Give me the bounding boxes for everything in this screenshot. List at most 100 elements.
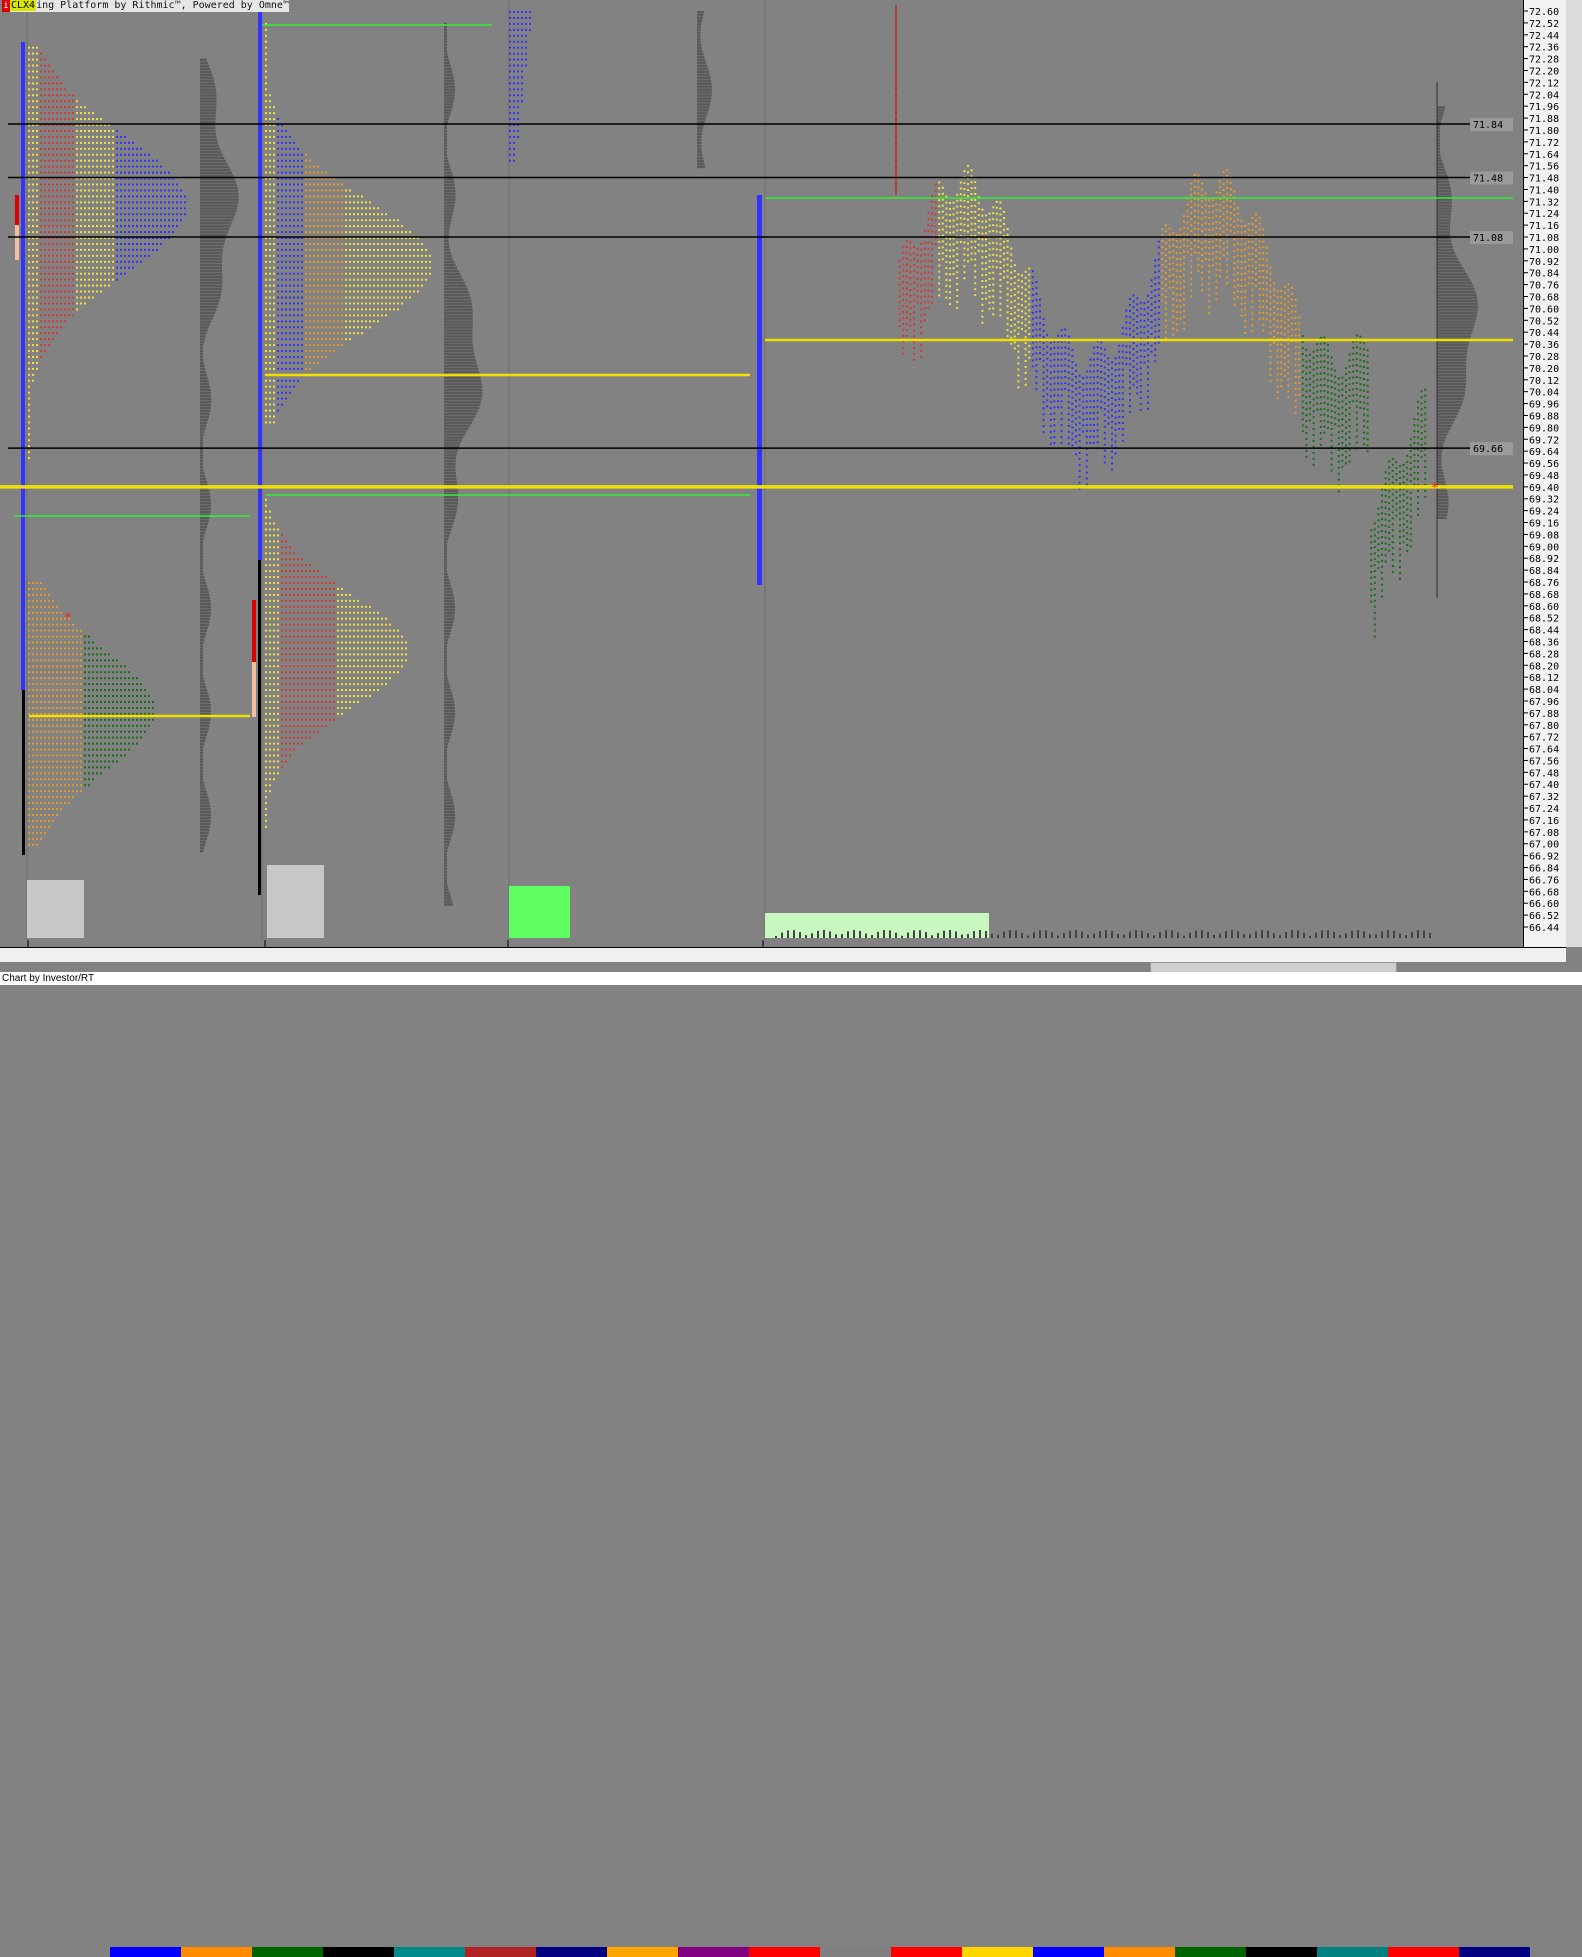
- tpo-mark: [909, 271, 911, 273]
- tpo-mark: [88, 201, 90, 203]
- tpo-mark: [265, 683, 267, 685]
- tpo-mark: [361, 683, 363, 685]
- tpo-mark: [293, 219, 295, 221]
- tpo-mark: [909, 283, 911, 285]
- tpo-mark: [124, 671, 126, 673]
- tpo-mark: [108, 273, 110, 275]
- tpo-mark: [513, 11, 515, 13]
- tpo-mark: [36, 100, 38, 102]
- tpo-mark: [36, 338, 38, 340]
- tpo-mark: [381, 677, 383, 679]
- tpo-mark: [72, 760, 74, 762]
- tpo-mark: [112, 183, 114, 185]
- volume-profile-bar: [444, 579, 449, 582]
- tpo-mark: [349, 302, 351, 304]
- tpo-mark: [64, 802, 66, 804]
- tpo-mark: [377, 653, 379, 655]
- tpo-mark: [136, 701, 138, 703]
- tpo-mark: [44, 189, 46, 191]
- tpo-mark: [269, 701, 271, 703]
- tpo-mark: [32, 189, 34, 191]
- tpo-mark: [297, 641, 299, 643]
- tpo-mark: [333, 189, 335, 191]
- tpo-mark: [281, 576, 283, 578]
- tpo-mark: [297, 731, 299, 733]
- tpo-mark: [28, 189, 30, 191]
- tpo-mark: [48, 766, 50, 768]
- tpo-mark: [269, 683, 271, 685]
- tpo-mark: [80, 790, 82, 792]
- tpo-mark: [124, 207, 126, 209]
- tpo-mark: [361, 302, 363, 304]
- volume-profile-bar: [444, 627, 452, 630]
- tpo-mark: [293, 142, 295, 144]
- tpo-mark: [309, 713, 311, 715]
- tpo-mark: [60, 701, 62, 703]
- tpo-mark: [44, 100, 46, 102]
- tpo-mark: [353, 618, 355, 620]
- tpo-mark: [333, 677, 335, 679]
- tpo-mark: [309, 201, 311, 203]
- tpo-mark: [265, 737, 267, 739]
- tpo-mark: [56, 636, 58, 638]
- tpo-mark: [397, 630, 399, 632]
- tpo-mark: [56, 665, 58, 667]
- tpo-mark: [156, 231, 158, 233]
- tpo-mark: [60, 731, 62, 733]
- tpo-mark: [32, 665, 34, 667]
- tpo-mark: [116, 255, 118, 257]
- tpo-mark: [509, 59, 511, 61]
- volume-profile-bar: [1437, 451, 1442, 454]
- tpo-mark: [305, 201, 307, 203]
- tpo-mark: [269, 136, 271, 138]
- tpo-mark: [156, 249, 158, 251]
- volume-profile-bar: [444, 558, 447, 561]
- chart-area[interactable]: 71.8471.4871.0869.66**9/22/249/29/2410/6…: [0, 0, 1523, 947]
- tpo-mark: [52, 148, 54, 150]
- tpo-mark: [68, 219, 70, 221]
- volume-profile-bar: [444, 564, 447, 567]
- tpo-mark: [373, 207, 375, 209]
- tpo-mark: [349, 326, 351, 328]
- tpo-mark: [48, 338, 50, 340]
- tpo-mark: [68, 273, 70, 275]
- tpo-mark: [353, 314, 355, 316]
- tpo-mark: [273, 356, 275, 358]
- volume-profile-bar: [200, 79, 214, 82]
- volume-profile-bar: [1437, 118, 1442, 121]
- tpo-mark: [345, 279, 347, 281]
- volume-profile-bar: [444, 439, 462, 442]
- tpo-mark: [184, 195, 186, 197]
- tpo-mark: [140, 249, 142, 251]
- tpo-mark: [377, 302, 379, 304]
- tpo-mark: [120, 201, 122, 203]
- volume-profile-bar: [444, 246, 449, 249]
- market-profile-chart[interactable]: 71.8471.4871.0869.66**9/22/249/29/2410/6…: [0, 0, 1566, 962]
- tpo-mark: [357, 291, 359, 293]
- tpo-mark: [293, 297, 295, 299]
- tpo-mark: [273, 332, 275, 334]
- tpo-mark: [357, 653, 359, 655]
- tpo-mark: [345, 695, 347, 697]
- tpo-mark: [305, 594, 307, 596]
- tpo-mark: [301, 195, 303, 197]
- tpo-mark: [96, 261, 98, 263]
- volume-profile-bar: [444, 326, 473, 329]
- tpo-mark: [301, 368, 303, 370]
- tpo-mark: [36, 189, 38, 191]
- tpo-mark: [309, 160, 311, 162]
- tpo-mark: [40, 65, 42, 67]
- tpo-mark: [44, 195, 46, 197]
- tpo-mark: [28, 65, 30, 67]
- tpo-mark: [373, 231, 375, 233]
- volume-profile-bar: [697, 68, 708, 71]
- tpo-mark: [36, 344, 38, 346]
- tpo-mark: [301, 618, 303, 620]
- volume-profile-bar: [200, 326, 209, 329]
- tpo-mark: [297, 362, 299, 364]
- tpo-mark: [56, 172, 58, 174]
- tpo-mark: [108, 183, 110, 185]
- tpo-mark: [36, 588, 38, 590]
- tpo-mark: [84, 784, 86, 786]
- tpo-mark: [52, 219, 54, 221]
